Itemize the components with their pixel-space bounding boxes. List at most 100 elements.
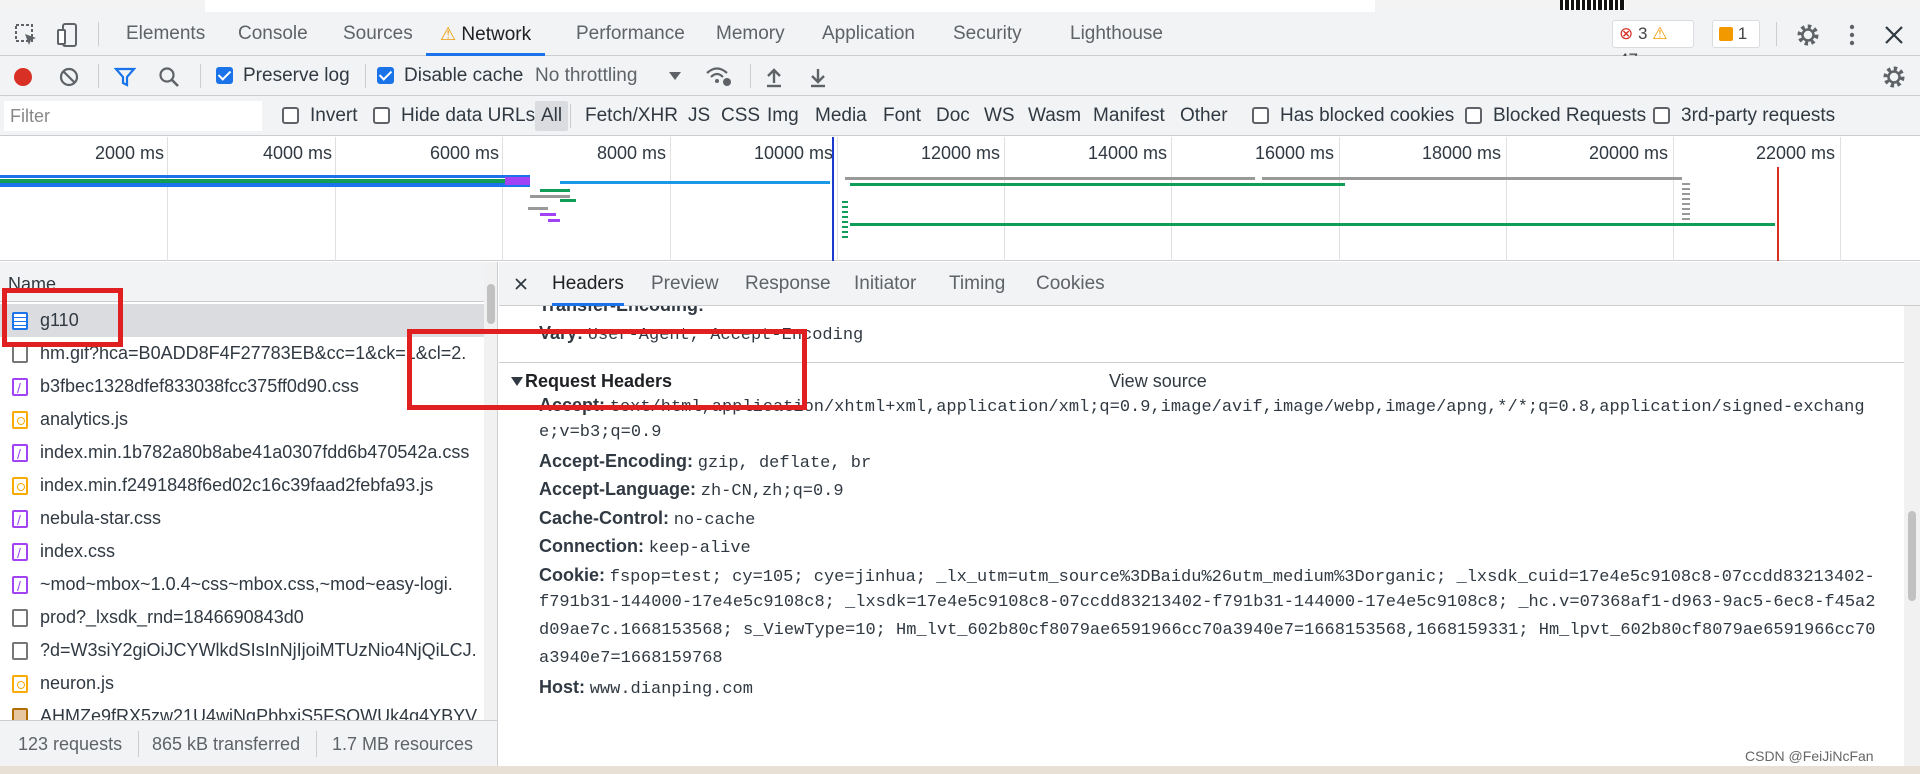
timeline-bar xyxy=(845,177,1255,180)
close-devtools-icon[interactable] xyxy=(1880,21,1908,49)
stylesheet-icon xyxy=(12,570,28,601)
settings-gear-icon[interactable] xyxy=(1794,21,1822,49)
timeline-bar xyxy=(850,183,1345,186)
device-toolbar-icon[interactable] xyxy=(54,21,82,49)
stylesheet-icon xyxy=(12,372,28,403)
request-name: index.css xyxy=(40,541,116,561)
watermark: CSDN @FeiJiNcFan xyxy=(1745,748,1874,764)
third-party-requests-checkbox[interactable] xyxy=(1653,107,1670,124)
divider xyxy=(1776,22,1777,46)
filter-type-media[interactable]: Media xyxy=(815,96,867,136)
scrollbar-thumb[interactable] xyxy=(1908,511,1916,601)
filter-type-img[interactable]: Img xyxy=(767,96,799,136)
other-file-icon xyxy=(12,642,28,660)
request-name: analytics.js xyxy=(40,409,129,429)
filter-type-manifest[interactable]: Manifest xyxy=(1093,96,1165,136)
timeline-gridline xyxy=(167,137,168,261)
tab-preview[interactable]: Preview xyxy=(651,262,719,306)
filter-input[interactable] xyxy=(4,101,262,131)
request-row[interactable]: AHMZe9fRX5zw21U4wiNgPbbxiS5FSOWUk4g4YBYV… xyxy=(0,700,484,720)
request-row[interactable]: index.css xyxy=(0,535,484,568)
timeline-bar xyxy=(560,199,576,202)
request-row[interactable]: index.min.1b782a80b8abe41a0307fdd6b47054… xyxy=(0,436,484,469)
throttling-select[interactable]: No throttling xyxy=(535,56,685,96)
tab-network-label: Network xyxy=(461,24,532,45)
request-row[interactable]: index.min.f2491848f6ed02c16c39faad2febfa… xyxy=(0,469,484,502)
request-row[interactable]: prod?_lxsdk_rnd=1846690843d0 xyxy=(0,601,484,634)
timeline-gridline xyxy=(1506,137,1507,261)
has-blocked-cookies-checkbox[interactable] xyxy=(1252,107,1269,124)
has-blocked-cookies-label: Has blocked cookies xyxy=(1280,105,1455,126)
timeline-bar xyxy=(530,195,570,198)
filter-type-wasm[interactable]: Wasm xyxy=(1028,96,1081,136)
error-warning-counter[interactable]: ⊗ 3 ⚠ 47 xyxy=(1612,20,1694,69)
request-row[interactable]: nebula-star.css xyxy=(0,502,484,535)
timeline-tick-label: 16000 ms xyxy=(1254,143,1334,163)
request-row[interactable]: ~mod~mbox~1.0.4~css~mbox.css,~mod~easy-l… xyxy=(0,568,484,601)
request-count: 123 requests xyxy=(18,734,123,754)
tab-memory[interactable]: Memory xyxy=(716,12,785,56)
divider xyxy=(138,731,139,757)
filter-type-doc[interactable]: Doc xyxy=(936,96,970,136)
filter-type-other[interactable]: Other xyxy=(1180,96,1228,136)
script-icon xyxy=(12,411,28,429)
network-conditions-icon[interactable] xyxy=(704,64,732,88)
inspect-element-icon[interactable] xyxy=(12,21,40,49)
network-settings-gear-icon[interactable] xyxy=(1880,63,1908,91)
blocked-requests-checkbox[interactable] xyxy=(1465,107,1482,124)
network-overview-timeline[interactable]: 2000 ms 4000 ms 6000 ms 8000 ms 10000 ms… xyxy=(0,137,1920,261)
hide-data-urls-label: Hide data URLs xyxy=(401,105,536,126)
header-name: Connection: xyxy=(539,536,644,556)
timeline-gridline xyxy=(1339,137,1340,261)
tab-sources[interactable]: Sources xyxy=(343,12,413,56)
tab-headers[interactable]: Headers xyxy=(552,262,624,306)
disable-cache-checkbox[interactable] xyxy=(377,67,394,84)
timeline-bar xyxy=(0,183,530,187)
chevron-down-icon[interactable] xyxy=(668,71,682,81)
tab-cookies[interactable]: Cookies xyxy=(1036,262,1105,306)
tab-network[interactable]: ⚠ Network xyxy=(426,12,546,56)
issues-counter[interactable]: 1 xyxy=(1712,20,1760,48)
details-scrollbar[interactable] xyxy=(1904,306,1920,766)
filter-type-font[interactable]: Font xyxy=(883,96,921,136)
close-details-icon[interactable] xyxy=(513,276,529,292)
tab-application[interactable]: Application xyxy=(822,12,915,56)
timeline-tick-label: 20000 ms xyxy=(1588,143,1668,163)
filter-icon[interactable] xyxy=(114,66,136,88)
record-icon[interactable] xyxy=(12,66,34,88)
filter-type-ws[interactable]: WS xyxy=(984,96,1015,136)
tab-timing[interactable]: Timing xyxy=(949,262,1005,306)
filter-type-js[interactable]: JS xyxy=(688,96,710,136)
filter-type-css[interactable]: CSS xyxy=(721,96,760,136)
timeline-bar xyxy=(540,213,556,216)
blocked-requests-label: Blocked Requests xyxy=(1493,105,1647,126)
timeline-tick-label: 12000 ms xyxy=(920,143,1000,163)
warning-icon: ⚠ xyxy=(1652,24,1668,43)
request-row[interactable]: ?d=W3siY2giOiJCYWlkdSIsInNjIjoiMTUzNio4N… xyxy=(0,634,484,667)
more-options-icon[interactable] xyxy=(1838,21,1866,49)
tab-performance[interactable]: Performance xyxy=(576,12,685,56)
tab-security[interactable]: Security xyxy=(953,12,1022,56)
preserve-log-label: Preserve log xyxy=(243,65,350,86)
filter-type-all[interactable]: All xyxy=(535,101,569,131)
tab-console[interactable]: Console xyxy=(238,12,308,56)
tab-response[interactable]: Response xyxy=(745,262,831,306)
annotation-highlight-box xyxy=(407,329,807,410)
tab-elements[interactable]: Elements xyxy=(126,12,205,56)
search-icon[interactable] xyxy=(158,66,180,88)
tab-lighthouse[interactable]: Lighthouse xyxy=(1070,12,1163,56)
divider xyxy=(98,22,99,46)
timeline-tick-label: 6000 ms xyxy=(429,143,499,163)
import-har-icon[interactable] xyxy=(764,66,784,88)
disable-cache-label: Disable cache xyxy=(404,65,524,86)
invert-checkbox[interactable] xyxy=(282,107,299,124)
timeline-tick-label: 8000 ms xyxy=(596,143,666,163)
filter-type-fetch-xhr[interactable]: Fetch/XHR xyxy=(585,96,678,136)
scrollbar-thumb[interactable] xyxy=(487,284,495,324)
preserve-log-checkbox[interactable] xyxy=(216,67,233,84)
clear-icon[interactable] xyxy=(58,66,80,88)
hide-data-urls-checkbox[interactable] xyxy=(373,107,390,124)
export-har-icon[interactable] xyxy=(808,66,828,88)
tab-initiator[interactable]: Initiator xyxy=(854,262,916,306)
request-row[interactable]: neuron.js xyxy=(0,667,484,700)
